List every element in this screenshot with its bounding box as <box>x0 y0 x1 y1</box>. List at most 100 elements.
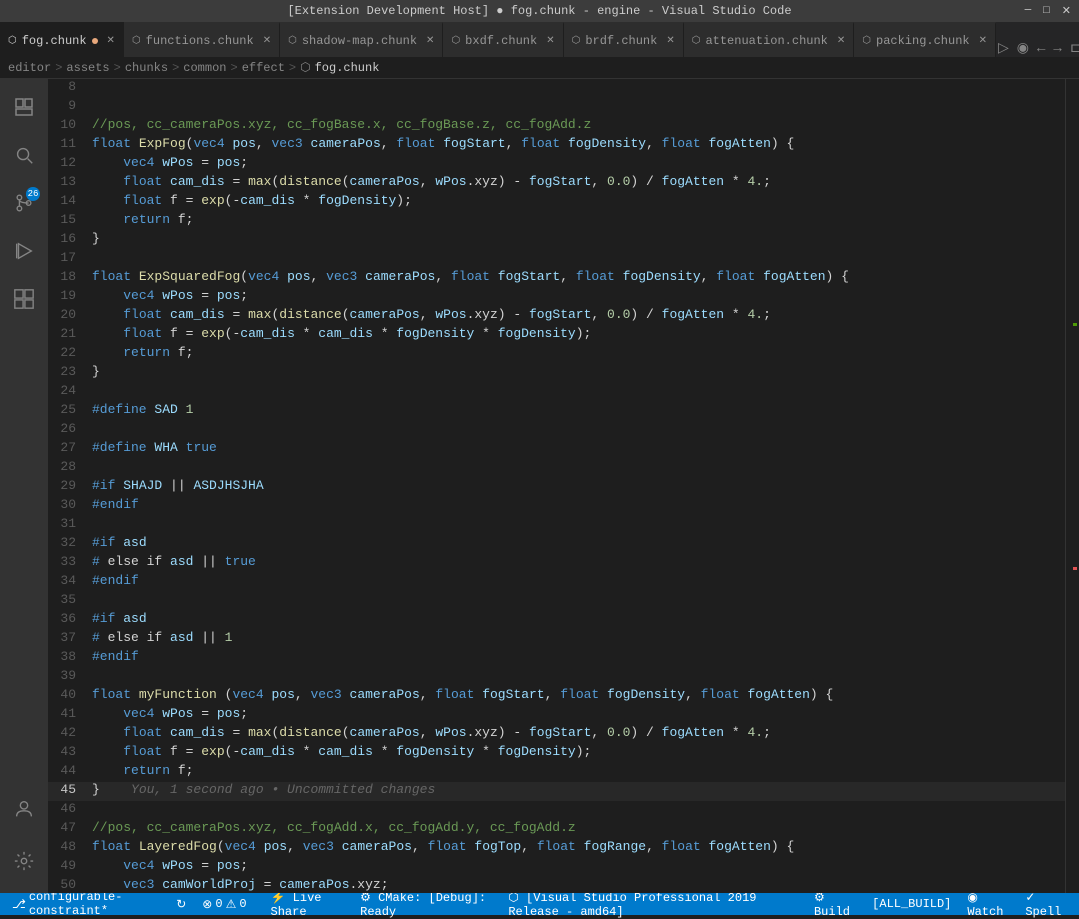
line-number: 26 <box>48 421 88 440</box>
line-content <box>88 459 1065 478</box>
table-row: 29 #if SHAJD || ASDJHSJHA <box>48 478 1065 497</box>
line-number: 44 <box>48 763 88 782</box>
breadcrumb-effect[interactable]: effect <box>242 61 285 75</box>
line-content: #if asd <box>88 535 1065 554</box>
table-row: 12 vec4 wPos = pos; <box>48 155 1065 174</box>
play-button[interactable]: ▷ <box>996 40 1011 57</box>
line-number: 22 <box>48 345 88 364</box>
tab-attenuation[interactable]: ⬡ attenuation.chunk ✕ <box>684 22 855 57</box>
minimize-button[interactable]: ─ <box>1025 5 1032 17</box>
table-row: 33 # else if asd || true <box>48 554 1065 573</box>
line-number: 16 <box>48 231 88 250</box>
code-editor[interactable]: 8 9 10 //pos, cc_cameraPos.xyz, cc_fogBa… <box>48 79 1065 893</box>
breadcrumb-common[interactable]: common <box>183 61 226 75</box>
tab-close-packing[interactable]: ✕ <box>979 35 987 47</box>
line-content: float cam_dis = max(distance(cameraPos, … <box>88 725 1065 744</box>
breadcrumb-chunks[interactable]: chunks <box>125 61 168 75</box>
line-number: 23 <box>48 364 88 383</box>
line-number: 17 <box>48 250 88 269</box>
table-row: 18 float ExpSquaredFog(vec4 pos, vec3 ca… <box>48 269 1065 288</box>
line-number: 46 <box>48 801 88 820</box>
forward-button[interactable]: → <box>1051 41 1063 57</box>
status-build[interactable]: ⚙ Build <box>810 893 860 915</box>
vs-text: ⬡ [Visual Studio Professional 2019 Relea… <box>508 890 798 919</box>
table-row: 22 return f; <box>48 345 1065 364</box>
status-errors[interactable]: ⊗ 0 ⚠ 0 <box>198 893 250 915</box>
status-live-share[interactable]: ⚡ Live Share <box>267 893 349 915</box>
table-row: 15 return f; <box>48 212 1065 231</box>
breadcrumb-sep4: > <box>230 61 237 75</box>
activity-settings[interactable] <box>0 837 48 885</box>
status-spell[interactable]: ✓ Spell <box>1021 893 1071 915</box>
tab-bar: ⬡ fog.chunk ✕ ⬡ functions.chunk ✕ ⬡ shad… <box>0 22 1079 57</box>
title-bar: [Extension Development Host] ● fog.chunk… <box>0 0 1079 22</box>
line-content: //pos, cc_cameraPos.xyz, cc_fogAdd.x, cc… <box>88 820 1065 839</box>
split-button[interactable]: ⊏ <box>1068 40 1079 57</box>
table-row: 9 <box>48 98 1065 117</box>
status-branch[interactable]: ⎇ configurable-constraint* <box>8 893 164 915</box>
breadcrumb-sep5: > <box>289 61 296 75</box>
tab-label-functions: functions.chunk <box>146 34 254 48</box>
tab-packing[interactable]: ⬡ packing.chunk ✕ <box>854 22 996 57</box>
breadcrumb-assets[interactable]: assets <box>66 61 109 75</box>
tab-close-shadow[interactable]: ✕ <box>426 35 434 47</box>
activity-run[interactable] <box>0 227 48 275</box>
activity-accounts[interactable] <box>0 785 48 833</box>
line-content: float myFunction (vec4 pos, vec3 cameraP… <box>88 687 1065 706</box>
status-cmake[interactable]: ⚙ CMake: [Debug]: Ready <box>356 893 496 915</box>
table-row: 27 #define WHA true <box>48 440 1065 459</box>
line-number: 42 <box>48 725 88 744</box>
status-vs[interactable]: ⬡ [Visual Studio Professional 2019 Relea… <box>504 893 802 915</box>
line-number: 33 <box>48 554 88 573</box>
sync-icon: ↻ <box>176 897 186 912</box>
table-row: 17 <box>48 250 1065 269</box>
tab-bxdf[interactable]: ⬡ bxdf.chunk ✕ <box>443 22 563 57</box>
tab-icon-brdf: ⬡ <box>572 35 581 47</box>
tab-brdf[interactable]: ⬡ brdf.chunk ✕ <box>564 22 684 57</box>
build-text: ⚙ Build <box>814 890 856 919</box>
tab-close-bxdf[interactable]: ✕ <box>546 35 554 47</box>
line-number: 18 <box>48 269 88 288</box>
tab-icon-fog: ⬡ <box>8 35 17 47</box>
line-content: float ExpSquaredFog(vec4 pos, vec3 camer… <box>88 269 1065 288</box>
tab-fog[interactable]: ⬡ fog.chunk ✕ <box>0 22 124 57</box>
tab-icon-functions: ⬡ <box>132 35 141 47</box>
build-type-text: [ALL_BUILD] <box>872 897 951 911</box>
line-content: #endif <box>88 497 1065 516</box>
table-row: 46 <box>48 801 1065 820</box>
tab-label-fog: fog.chunk <box>22 34 87 48</box>
maximize-button[interactable]: □ <box>1043 5 1050 17</box>
eye-button[interactable]: ◉ <box>1015 40 1031 57</box>
activity-source-control[interactable]: 26 <box>0 179 48 227</box>
line-number: 48 <box>48 839 88 858</box>
line-content: #if SHAJD || ASDJHSJHA <box>88 478 1065 497</box>
status-sync[interactable]: ↻ <box>172 893 190 915</box>
activity-explorer[interactable] <box>0 83 48 131</box>
tab-functions[interactable]: ⬡ functions.chunk ✕ <box>124 22 280 57</box>
table-row: 32 #if asd <box>48 535 1065 554</box>
tab-close-attenuation[interactable]: ✕ <box>837 35 845 47</box>
status-build-type[interactable]: [ALL_BUILD] <box>868 893 955 915</box>
line-number: 10 <box>48 117 88 136</box>
tab-shadow[interactable]: ⬡ shadow-map.chunk ✕ <box>280 22 443 57</box>
branch-text: configurable-constraint* <box>29 890 160 918</box>
close-button[interactable]: ✕ <box>1062 4 1071 18</box>
line-number: 11 <box>48 136 88 155</box>
tab-close-functions[interactable]: ✕ <box>263 35 271 47</box>
table-row: 50 vec3 camWorldProj = cameraPos.xyz; <box>48 877 1065 893</box>
activity-extensions[interactable] <box>0 275 48 323</box>
table-row: 38 #endif <box>48 649 1065 668</box>
line-content: vec3 camWorldProj = cameraPos.xyz; <box>88 877 1065 893</box>
line-content <box>88 516 1065 535</box>
scrollbar-area[interactable] <box>1065 79 1079 893</box>
editor-area: 8 9 10 //pos, cc_cameraPos.xyz, cc_fogBa… <box>48 79 1065 893</box>
table-row: 44 return f; <box>48 763 1065 782</box>
tab-close-brdf[interactable]: ✕ <box>666 35 674 47</box>
line-number: 19 <box>48 288 88 307</box>
back-button[interactable]: ← <box>1035 41 1047 57</box>
status-watch[interactable]: ◉ Watch <box>963 893 1013 915</box>
tab-close-fog[interactable]: ✕ <box>107 35 115 47</box>
activity-search[interactable] <box>0 131 48 179</box>
table-row: 40 float myFunction (vec4 pos, vec3 came… <box>48 687 1065 706</box>
breadcrumb-editor[interactable]: editor <box>8 61 51 75</box>
